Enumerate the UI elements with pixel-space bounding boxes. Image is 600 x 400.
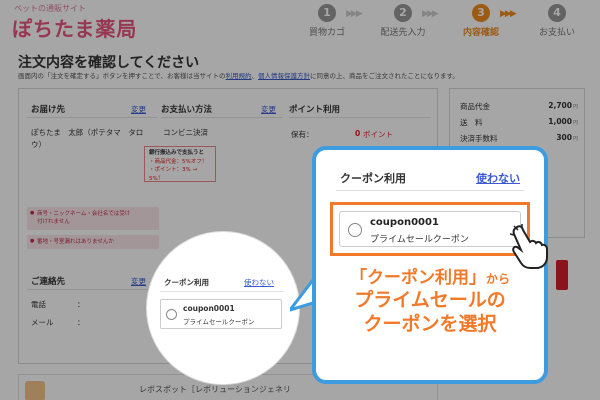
coupon-name: プライムセールクーポン [370,235,469,245]
caption-line2: プライムセールの [354,289,506,312]
instruction-caption: 「クーポン利用」から プライムセールの クーポンを選択 [316,268,544,337]
coupon-highlight-box: coupon0001 プライムセールクーポン [330,202,530,256]
divider [160,291,284,292]
coupon-option[interactable]: coupon0001 プライムセールクーポン [160,299,282,329]
coupon-radio[interactable] [166,309,177,320]
coupon-code: coupon0001 [183,304,235,313]
caption-line1: 「クーポン利用」から [316,268,544,289]
pointing-hand-icon [510,224,548,269]
magnifier-content: クーポン利用 使わない coupon0001 プライムセールクーポン [150,235,296,381]
caption-line1-main: 「クーポン利用」 [349,268,486,288]
coupon-zoom-callout: クーポン利用 使わない coupon0001 プライムセールクーポン 「クーポン… [312,146,548,384]
coupon-skip-link[interactable]: 使わない [476,170,520,186]
coupon-option[interactable]: coupon0001 プライムセールクーポン [339,211,521,247]
coupon-radio[interactable] [348,223,362,237]
coupon-code: coupon0001 [370,217,439,228]
coupon-heading: クーポン利用 [164,278,209,287]
coupon-magnifier: クーポン利用 使わない coupon0001 プライムセールクーポン [147,232,299,384]
divider [336,190,524,191]
coupon-name: プライムセールクーポン [183,318,255,326]
coupon-skip-link[interactable]: 使わない [244,277,274,288]
caption-line3: クーポンを選択 [363,313,497,335]
caption-line1-small: から [485,272,510,286]
coupon-heading: クーポン利用 [340,172,406,185]
